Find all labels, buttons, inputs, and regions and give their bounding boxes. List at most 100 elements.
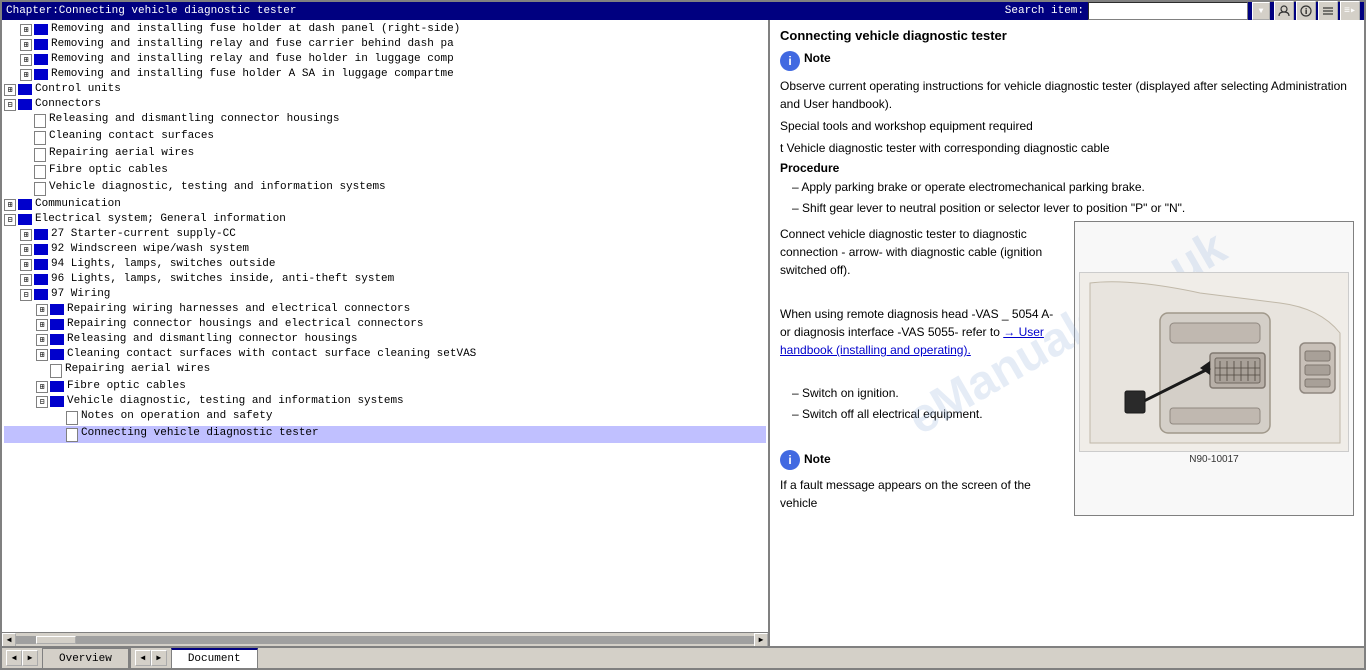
doc-icon: [34, 114, 46, 128]
nav-prev-doc-btn[interactable]: ◀: [135, 650, 151, 666]
folder-icon: [34, 259, 48, 270]
expand-icon[interactable]: ⊞: [36, 319, 48, 331]
expand-icon[interactable]: ⊞: [20, 54, 32, 66]
note-label-2: Note: [804, 450, 831, 468]
expand-icon[interactable]: ⊞: [36, 381, 48, 393]
nav-forward-btn[interactable]: ▶: [22, 650, 38, 666]
expand-icon[interactable]: ⊟: [36, 396, 48, 408]
doc-icon: [34, 182, 46, 196]
list-item[interactable]: ⊞ Removing and installing relay and fuse…: [4, 37, 766, 52]
procedure-step-2: Shift gear lever to neutral position or …: [780, 199, 1354, 217]
folder-icon: [50, 334, 64, 345]
list-item[interactable]: ⊞ 27 Starter-current supply-CC: [4, 227, 766, 242]
list-item[interactable]: ⊟ Electrical system; General information: [4, 212, 766, 227]
folder-icon: [50, 349, 64, 360]
info-icon-1: i: [780, 51, 800, 71]
expand-icon[interactable]: ⊞: [36, 304, 48, 316]
folder-icon: [34, 69, 48, 80]
expand-icon[interactable]: ⊞: [20, 244, 32, 256]
expand-icon[interactable]: ⊞: [20, 39, 32, 51]
list-item[interactable]: ⊞ Removing and installing fuse holder A …: [4, 67, 766, 82]
main-content: ⊞ Removing and installing fuse holder at…: [2, 20, 1364, 646]
nav-arrows-right: ◀ ▶: [131, 648, 171, 668]
list-item[interactable]: Repairing aerial wires: [4, 146, 766, 163]
procedure-list: Apply parking brake or operate electrome…: [780, 178, 1354, 217]
expand-icon[interactable]: ⊟: [4, 214, 16, 226]
list-item[interactable]: ⊞ Control units: [4, 82, 766, 97]
list-item[interactable]: ⊞ Repairing connector housings and elect…: [4, 317, 766, 332]
connect-text: Connect vehicle diagnostic tester to dia…: [780, 225, 1066, 279]
procedure-header: Procedure: [780, 161, 1354, 175]
list-item[interactable]: ⊞ Fibre optic cables: [4, 379, 766, 394]
expand-icon[interactable]: ⊞: [36, 349, 48, 361]
user-icon-btn[interactable]: [1274, 1, 1294, 21]
list-item[interactable]: ⊞ Removing and installing relay and fuse…: [4, 52, 766, 67]
expand-icon[interactable]: ⊟: [4, 99, 16, 111]
tree-area[interactable]: ⊞ Removing and installing fuse holder at…: [2, 20, 768, 632]
list-item[interactable]: ⊟ 97 Wiring: [4, 287, 766, 302]
expand-icon[interactable]: ⊞: [36, 334, 48, 346]
expand-icon[interactable]: ⊞: [20, 274, 32, 286]
left-pane: ⊞ Removing and installing fuse holder at…: [2, 20, 770, 646]
horizontal-scrollbar[interactable]: ◀ ▶: [2, 632, 768, 646]
bottom-bar: ◀ ▶ Overview ◀ ▶ Document: [2, 646, 1364, 668]
doc-icon: [50, 364, 62, 378]
list-item[interactable]: Notes on operation and safety: [4, 409, 766, 426]
expand-icon[interactable]: ⊞: [20, 69, 32, 81]
expand-icon[interactable]: ⊞: [20, 229, 32, 241]
diagram-label: N90-10017: [1189, 454, 1238, 465]
expand-icon[interactable]: ⊞: [4, 84, 16, 96]
two-column-section: Connect vehicle diagnostic tester to dia…: [780, 221, 1354, 516]
info-icon-2: i: [780, 450, 800, 470]
list-item[interactable]: ⊞ 96 Lights, lamps, switches inside, ant…: [4, 272, 766, 287]
nav-next-doc-btn[interactable]: ▶: [151, 650, 167, 666]
user-handbook-link[interactable]: → User handbook (installing and operatin…: [780, 325, 1044, 357]
list-item[interactable]: Fibre optic cables: [4, 163, 766, 180]
expand-icon[interactable]: ⊞: [20, 24, 32, 36]
folder-icon: [34, 24, 48, 35]
info-icon-btn[interactable]: i: [1296, 1, 1316, 21]
expand-icon[interactable]: ⊞: [20, 259, 32, 271]
folder-icon: [50, 304, 64, 315]
list-item[interactable]: ⊞ Releasing and dismantling connector ho…: [4, 332, 766, 347]
list-item[interactable]: Repairing aerial wires: [4, 362, 766, 379]
connector-diagram: [1079, 272, 1349, 452]
diagram-container: N90-10017: [1074, 221, 1354, 516]
list-item[interactable]: ⊞ 94 Lights, lamps, switches outside: [4, 257, 766, 272]
nav-back-btn[interactable]: ◀: [6, 650, 22, 666]
folder-icon: [18, 99, 32, 110]
list-item[interactable]: ⊞ Removing and installing fuse holder at…: [4, 22, 766, 37]
search-dropdown[interactable]: ▼: [1252, 2, 1270, 20]
folder-icon: [34, 244, 48, 255]
list-item[interactable]: Cleaning contact surfaces: [4, 129, 766, 146]
tab-overview[interactable]: Overview: [42, 648, 129, 668]
expand-icon[interactable]: ⊞: [4, 199, 16, 211]
tab-document[interactable]: Document: [171, 648, 258, 668]
list-item[interactable]: ⊞ Cleaning contact surfaces with contact…: [4, 347, 766, 362]
list-item[interactable]: ⊞ Repairing wiring harnesses and electri…: [4, 302, 766, 317]
note2-text: If a fault message appears on the screen…: [780, 476, 1066, 512]
folder-icon: [34, 54, 48, 65]
list-item[interactable]: ⊟ Vehicle diagnostic, testing and inform…: [4, 394, 766, 409]
list-item[interactable]: Releasing and dismantling connector hous…: [4, 112, 766, 129]
right-pane: eManuals.co.uk Connecting vehicle diagno…: [770, 20, 1364, 646]
expand-icon[interactable]: ⊟: [20, 289, 32, 301]
menu-icon-btn[interactable]: [1318, 1, 1338, 21]
search-input[interactable]: [1088, 2, 1248, 20]
list-item[interactable]: ⊞ 92 Windscreen wipe/wash system: [4, 242, 766, 257]
scroll-left-btn[interactable]: ◀: [2, 633, 16, 647]
svg-text:i: i: [1305, 7, 1307, 16]
scroll-thumb[interactable]: [36, 636, 76, 644]
extra-btn[interactable]: ≡▸: [1340, 1, 1360, 21]
folder-icon: [50, 381, 64, 392]
list-item[interactable]: Vehicle diagnostic, testing and informat…: [4, 180, 766, 197]
doc-icon: [66, 428, 78, 442]
scroll-right-btn[interactable]: ▶: [754, 633, 768, 647]
list-item-active[interactable]: Connecting vehicle diagnostic tester: [4, 426, 766, 443]
steps-2-list: Switch on ignition. Switch off all elect…: [780, 384, 1066, 423]
remote-text: When using remote diagnosis head -VAS _ …: [780, 305, 1066, 359]
list-item[interactable]: ⊟ Connectors: [4, 97, 766, 112]
search-bar: Search item: ▼ i ≡▸: [1005, 1, 1360, 21]
list-item[interactable]: ⊞ Communication: [4, 197, 766, 212]
folder-icon: [34, 289, 48, 300]
